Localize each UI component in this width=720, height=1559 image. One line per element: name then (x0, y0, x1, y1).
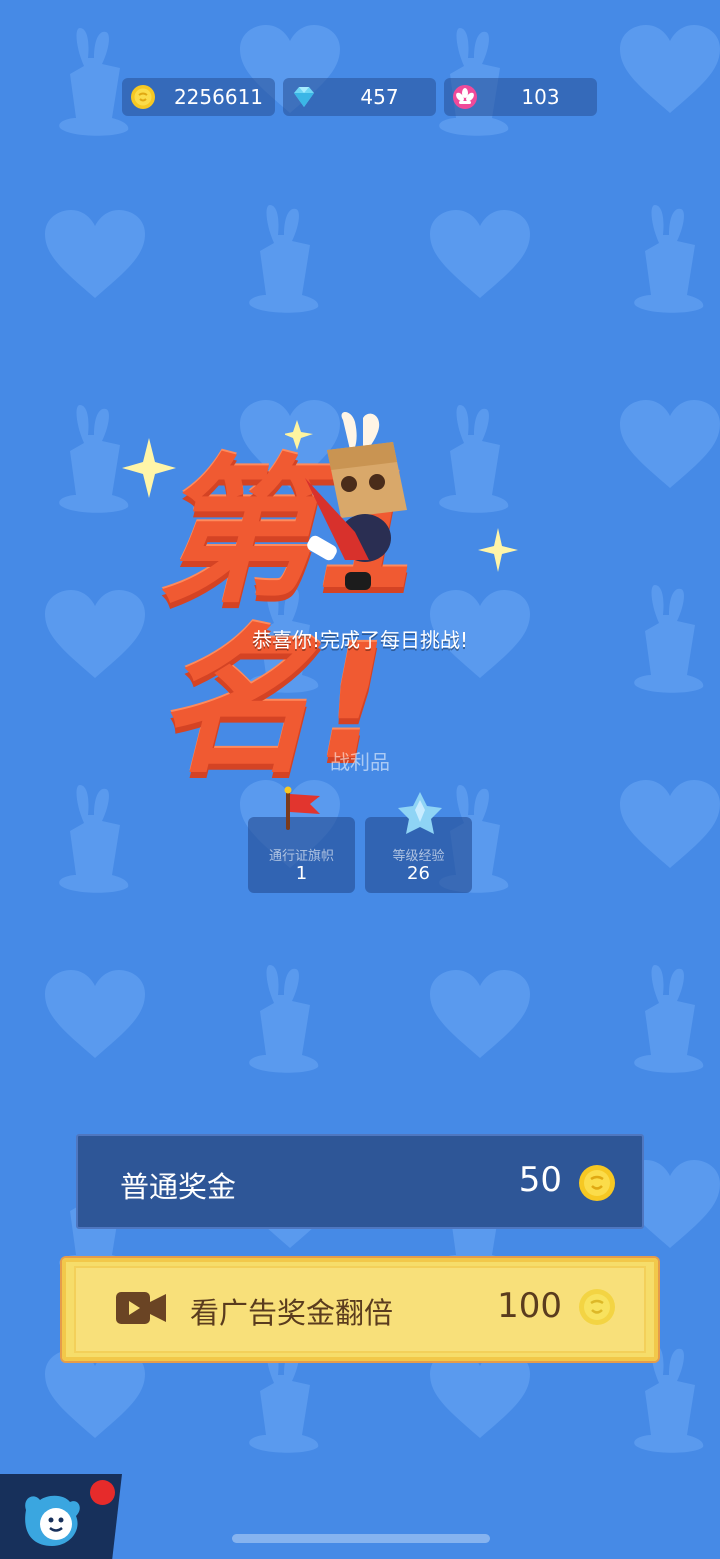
normal-bonus-amount: 50 (518, 1160, 562, 1200)
sparkle-icon (478, 528, 518, 572)
loot-item-label: 通行证旗帜 (268, 849, 334, 864)
blue-star-gem-icon (398, 792, 442, 834)
diamond-balance: 457 (283, 78, 436, 116)
currency-bar: 2256611 457 103 (122, 78, 597, 116)
home-indicator[interactable] (232, 1534, 490, 1543)
sparkle-icon (122, 438, 176, 498)
notification-dot (90, 1480, 115, 1505)
loot-item-amount: 1 (295, 863, 308, 884)
normal-bonus-label: 普通奖金 (120, 1170, 237, 1204)
gold-coin-icon (579, 1165, 615, 1201)
watch-ad-label: 看广告奖金翻倍 (190, 1296, 394, 1330)
gold-amount: 2256611 (173, 85, 264, 109)
gold-coin-icon (131, 85, 155, 109)
loot-header: 战利品 (330, 750, 390, 774)
flower-amount: 103 (521, 85, 560, 109)
pink-flower-icon (453, 85, 477, 109)
watch-ad-double-button[interactable]: 看广告奖金翻倍 100 (62, 1258, 658, 1361)
loot-item-amount: 26 (407, 863, 430, 884)
normal-bonus-button[interactable]: 普通奖金 50 (76, 1134, 644, 1229)
diamond-amount: 457 (360, 85, 399, 109)
mascot-character-icon (285, 412, 407, 590)
gold-balance: 2256611 (122, 78, 275, 116)
flower-balance: 103 (444, 78, 597, 116)
watch-ad-amount: 100 (497, 1286, 562, 1326)
red-flag-icon (284, 786, 320, 830)
loot-item-label: 等级经验 (392, 849, 445, 864)
result-subtitle: 恭喜你!完成了每日挑战! (251, 628, 469, 652)
diamond-icon (294, 87, 314, 107)
video-camera-icon (116, 1292, 166, 1324)
gold-coin-icon (579, 1289, 615, 1325)
robot-face-icon (25, 1495, 80, 1546)
